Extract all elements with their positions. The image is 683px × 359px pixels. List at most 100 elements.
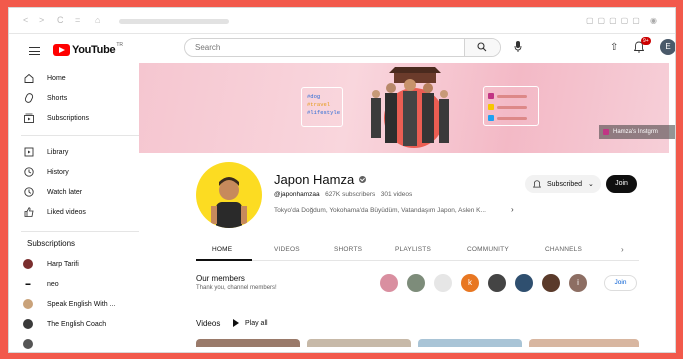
member-avatar[interactable]: k: [461, 274, 479, 292]
member-avatar[interactable]: [407, 274, 425, 292]
join-button[interactable]: Join: [606, 175, 637, 193]
videos-section-title: Videos: [196, 319, 221, 328]
sidebar-item-history[interactable]: History: [23, 164, 69, 180]
search-box: [184, 38, 501, 57]
tabs-icon[interactable]: =: [75, 15, 80, 25]
back-icon[interactable]: <: [23, 15, 28, 25]
sidebar-item-label: Home: [47, 74, 66, 82]
video-thumbnail[interactable]: [196, 339, 300, 347]
shorts-icon: [24, 93, 34, 103]
thumbs-up-icon: [24, 207, 34, 217]
instagram-icon: [603, 129, 609, 135]
home-icon: [24, 73, 34, 83]
social-handle: [497, 116, 527, 120]
sidebar-divider: [21, 135, 139, 136]
sidebar-item-watch-later[interactable]: Watch later: [23, 184, 82, 200]
subscription-label: Harp Tarifi: [47, 260, 79, 268]
subscription-item[interactable]: Speak English With ...: [23, 296, 115, 312]
video-thumbnail[interactable]: [529, 339, 639, 347]
member-avatar[interactable]: [380, 274, 398, 292]
subscription-item[interactable]: Harp Tarifi: [23, 256, 79, 272]
social-handle: [497, 94, 527, 98]
search-input[interactable]: [185, 39, 462, 56]
video-thumbnail[interactable]: [418, 339, 522, 347]
sidebar-item-shorts[interactable]: Shorts: [23, 90, 67, 106]
subscriptions-heading: Subscriptions: [27, 239, 76, 248]
sidebar-item-library[interactable]: Library: [23, 144, 68, 160]
hashtag: #lifestyle: [307, 109, 341, 116]
banner-artwork: [371, 67, 449, 148]
social-row: [488, 104, 538, 110]
chevron-right-icon[interactable]: ›: [511, 205, 514, 214]
bell-icon: [533, 179, 541, 187]
tab-community[interactable]: COMMUNITY: [467, 246, 509, 253]
microphone-icon[interactable]: [514, 41, 522, 53]
sidebar-item-label: History: [47, 168, 69, 176]
tab-home[interactable]: HOME: [212, 246, 232, 253]
sidebar-item-subscriptions[interactable]: Subscriptions: [23, 110, 89, 126]
subscription-item[interactable]: [23, 336, 47, 352]
play-all-button[interactable]: Play all: [233, 319, 268, 327]
forward-icon[interactable]: >: [39, 15, 44, 25]
address-bar[interactable]: [119, 19, 229, 24]
tab-channels[interactable]: CHANNELS: [545, 246, 582, 253]
browser-extension-icons[interactable]: ▢▢▢▢▢ ◉: [586, 16, 661, 25]
subscription-item[interactable]: ▬ neo: [23, 276, 59, 292]
subscriber-count: 627K subscribers: [325, 191, 376, 198]
banner-link-label: Hamza's Instgrm: [613, 129, 658, 135]
instagram-icon: [488, 93, 494, 99]
social-handle: [497, 105, 527, 109]
sidebar-item-label: Liked videos: [47, 208, 86, 216]
banner-hashtags: #dog #travel #lifestyle: [301, 87, 343, 127]
members-join-button[interactable]: Join: [604, 275, 637, 291]
browser-window: < > C = ⌂ ▢▢▢▢▢ ◉ YouTube TR ⇧ 9+ E: [8, 7, 676, 353]
subscription-label: Speak English With ...: [47, 300, 116, 308]
sidebar-item-label: Watch later: [47, 188, 83, 196]
home-button-icon[interactable]: ⌂: [95, 15, 100, 25]
social-row: [488, 115, 538, 121]
channel-description[interactable]: Tokyo'da Doğdum, Yokohama'da Büyüdüm, Va…: [274, 207, 486, 214]
member-avatar[interactable]: [515, 274, 533, 292]
channel-meta: @japonhamzaa 627K subscribers 301 videos: [274, 191, 412, 198]
subscription-label: neo: [47, 280, 59, 288]
subscription-item[interactable]: The English Coach: [23, 316, 106, 332]
channel-banner: [139, 63, 669, 153]
hashtag: #travel: [307, 101, 331, 108]
subscriptions-icon: [24, 113, 34, 123]
search-button[interactable]: [464, 39, 500, 56]
logo-text: YouTube: [72, 44, 116, 56]
watch-later-icon: [24, 187, 34, 197]
banner-link[interactable]: Hamza's Instgrm: [599, 125, 675, 139]
avatar: [23, 299, 33, 309]
notification-badge: 9+: [641, 37, 651, 45]
youtube-logo[interactable]: YouTube TR: [53, 42, 123, 56]
menu-icon[interactable]: [29, 47, 40, 55]
sidebar-item-label: Subscriptions: [47, 114, 90, 122]
channel-avatar[interactable]: [196, 162, 262, 228]
sidebar-item-label: Library: [47, 148, 69, 156]
channel-tabs: HOME VIDEOS SHORTS PLAYLISTS COMMUNITY C…: [196, 239, 639, 261]
create-icon[interactable]: ⇧: [610, 42, 618, 53]
sidebar-item-home[interactable]: Home: [23, 70, 66, 86]
avatar: [23, 339, 33, 349]
video-count: 301 videos: [380, 191, 413, 198]
tab-shorts[interactable]: SHORTS: [334, 246, 362, 253]
social-row: [488, 93, 538, 99]
member-avatar[interactable]: [542, 274, 560, 292]
reload-icon[interactable]: C: [57, 15, 64, 25]
member-avatar[interactable]: [434, 274, 452, 292]
chevron-down-icon: ⌄: [588, 181, 594, 188]
account-avatar[interactable]: E: [660, 39, 675, 55]
tab-videos[interactable]: VIDEOS: [274, 246, 300, 253]
sidebar-item-liked-videos[interactable]: Liked videos: [23, 204, 86, 220]
member-avatar[interactable]: i: [569, 274, 587, 292]
tab-playlists[interactable]: PLAYLISTS: [395, 246, 431, 253]
subscribed-button[interactable]: Subscribed ⌄: [525, 175, 601, 193]
banner-social-links: [483, 86, 539, 126]
channel-avatar-image: [211, 177, 247, 228]
play-all-label: Play all: [245, 319, 268, 327]
member-avatar[interactable]: [488, 274, 506, 292]
video-thumbnail[interactable]: [307, 339, 411, 347]
chevron-right-icon[interactable]: ›: [621, 245, 624, 254]
members-title: Our members: [196, 274, 245, 283]
